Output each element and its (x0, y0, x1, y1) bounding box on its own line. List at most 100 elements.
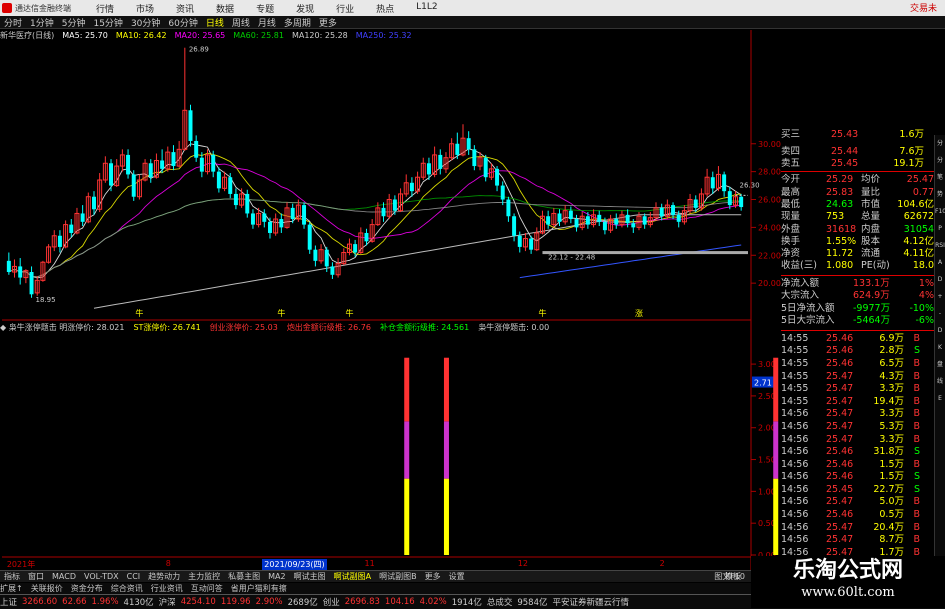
sidebar-button[interactable]: 线 (935, 373, 945, 390)
indicator-tab[interactable]: 主力监控 (184, 571, 224, 582)
flow-value: 133.1万 (853, 277, 890, 289)
sidebar-button[interactable]: E (935, 390, 945, 407)
candle-body (512, 216, 517, 236)
sidebar-button[interactable]: 势 (935, 186, 945, 203)
tick-side: B (913, 521, 920, 533)
index-field: 2696.83 (344, 597, 380, 607)
indicator-tab[interactable]: 设置 (445, 571, 469, 582)
tick-volume: 3.3万 (879, 433, 904, 445)
tick-time: 14:55 (781, 395, 809, 407)
tick-price: 25.46 (826, 446, 854, 458)
tick-volume: 31.8万 (873, 446, 904, 458)
divider (781, 274, 934, 276)
tick-side: B (913, 534, 920, 546)
index-field: 上证 (0, 598, 18, 608)
sidebar-button[interactable]: D (935, 271, 945, 288)
candle-body (625, 214, 630, 224)
tick-price: 25.47 (826, 383, 854, 395)
candle-body (267, 221, 272, 233)
flow-label: 5日大宗流入 (781, 315, 835, 327)
ma-line-long (93, 214, 742, 309)
indicator-tab[interactable]: 私募主图 (224, 571, 264, 582)
indicator-tab[interactable]: 啊试主图 (290, 571, 330, 582)
sub-tick-label: 1.50 (758, 456, 776, 465)
tick-side: B (913, 383, 920, 395)
sub-signal-bar (443, 478, 449, 555)
indicator-tab[interactable]: CCI (123, 572, 145, 581)
index-field: 62.66 (62, 597, 87, 607)
tick-row: 14:55 25.47 19.4万 B (781, 396, 934, 409)
right-sidebar: 分时分笔笔势F10PRSIAD+-DK盘线E (934, 135, 945, 575)
candle-body (727, 191, 732, 206)
candle-body (659, 207, 664, 217)
quote-row: 卖五 25.45 19.1万 (781, 158, 934, 170)
ask-list: 卖四 25.44 7.6万 卖五 25.45 19.1万 (781, 146, 934, 169)
indicator-tab[interactable]: 指标 (0, 571, 24, 582)
ext-item[interactable]: 互动问答 (191, 583, 223, 594)
tick-price: 25.47 (826, 408, 854, 420)
indicator-tab[interactable]: 啊试副图B (375, 571, 421, 582)
low-label: 18.95 (36, 296, 56, 304)
tick-time: 14:56 (781, 471, 809, 483)
stat-value: 31618 (826, 223, 857, 235)
stats-table: 今开 25.29 均价 25.47 最高 25.83 量比 0.77 最低 24.63 市值 104.… (781, 174, 934, 272)
tick-row: 14:56 25.46 1.5万 S (781, 471, 934, 484)
tick-side: B (913, 420, 920, 432)
candle-body (262, 213, 267, 222)
stat-row: 换手 1.55% 股本 4.12亿 (781, 236, 934, 248)
high-label: 26.89 (189, 46, 209, 54)
index-field: 沪深 (158, 598, 176, 608)
range-label: 22.12 - 22.48 (548, 253, 595, 261)
stat-row: 最高 25.83 量比 0.77 (781, 187, 934, 199)
sidebar-button[interactable]: D (935, 322, 945, 339)
candle-body (529, 238, 534, 250)
ext-item[interactable]: 扩展↑ (0, 583, 23, 594)
tick-side: B (913, 496, 920, 508)
sidebar-button[interactable]: - (935, 305, 945, 322)
tick-row: 14:55 25.46 6.9万 B (781, 333, 934, 346)
tick-time: 14:56 (781, 420, 809, 432)
ext-item[interactable]: 关联报价 (31, 583, 63, 594)
quote-row: 买三 25.43 1.6万 (781, 129, 934, 146)
sidebar-button[interactable]: 分笔 (935, 152, 945, 169)
sidebar-button[interactable]: + (935, 288, 945, 305)
tick-time: 14:55 (781, 370, 809, 382)
quote-volume: 7.6万 (899, 146, 924, 157)
sidebar-button[interactable]: K (935, 339, 945, 356)
sidebar-button[interactable]: F10 (935, 203, 945, 220)
ext-item[interactable]: 行业资讯 (151, 583, 183, 594)
sidebar-button[interactable]: RSI (935, 237, 945, 254)
candle-body (676, 214, 681, 222)
tick-time: 14:56 (781, 433, 809, 445)
sidebar-button[interactable]: 分时 (935, 135, 945, 152)
candle-body (455, 143, 460, 155)
tick-row: 14:55 25.47 3.3万 B (781, 383, 934, 396)
date-axis: 2021年82021/09/23(四)111223 (0, 559, 761, 570)
stat-value: 18.0 (912, 260, 934, 272)
stat-value: 11.72 (826, 248, 854, 260)
flow-label: 大宗流入 (781, 290, 820, 302)
indicator-tab[interactable]: 更多 (421, 571, 445, 582)
tick-list[interactable]: 14:55 25.46 6.9万 B 14:55 25.46 2.8万 S 14:55 25.46… (781, 333, 934, 585)
ext-item[interactable]: 资金分布 (71, 583, 103, 594)
sidebar-button[interactable]: P (935, 220, 945, 237)
sidebar-button[interactable]: 笔 (935, 169, 945, 186)
indicator-tab[interactable]: MA2 (264, 572, 289, 581)
ext-item[interactable]: 综合资讯 (111, 583, 143, 594)
f10-button[interactable]: 图文F10 (710, 571, 749, 582)
price-tick-label: 28.00 (758, 168, 781, 177)
indicator-tab[interactable]: 啊试副图A (330, 571, 375, 582)
sidebar-button[interactable]: A (935, 254, 945, 271)
sidebar-button[interactable]: 盘 (935, 356, 945, 373)
indicator-tab[interactable]: 窗口 (24, 571, 48, 582)
sub-signal-bar (404, 357, 410, 422)
indicator-tab[interactable]: 趋势动力 (144, 571, 184, 582)
candle-body (250, 213, 255, 225)
stat-label: 今开 (781, 174, 801, 186)
ext-item[interactable]: 省用户猫利有擦 (231, 583, 287, 594)
sub-signal-bar (443, 357, 449, 422)
indicator-tab[interactable]: MACD (48, 572, 80, 581)
date-label: 2021年 (6, 560, 36, 569)
indicator-tab[interactable]: VOL-TDX (80, 572, 123, 581)
stat-value: 4.12亿 (903, 235, 934, 247)
